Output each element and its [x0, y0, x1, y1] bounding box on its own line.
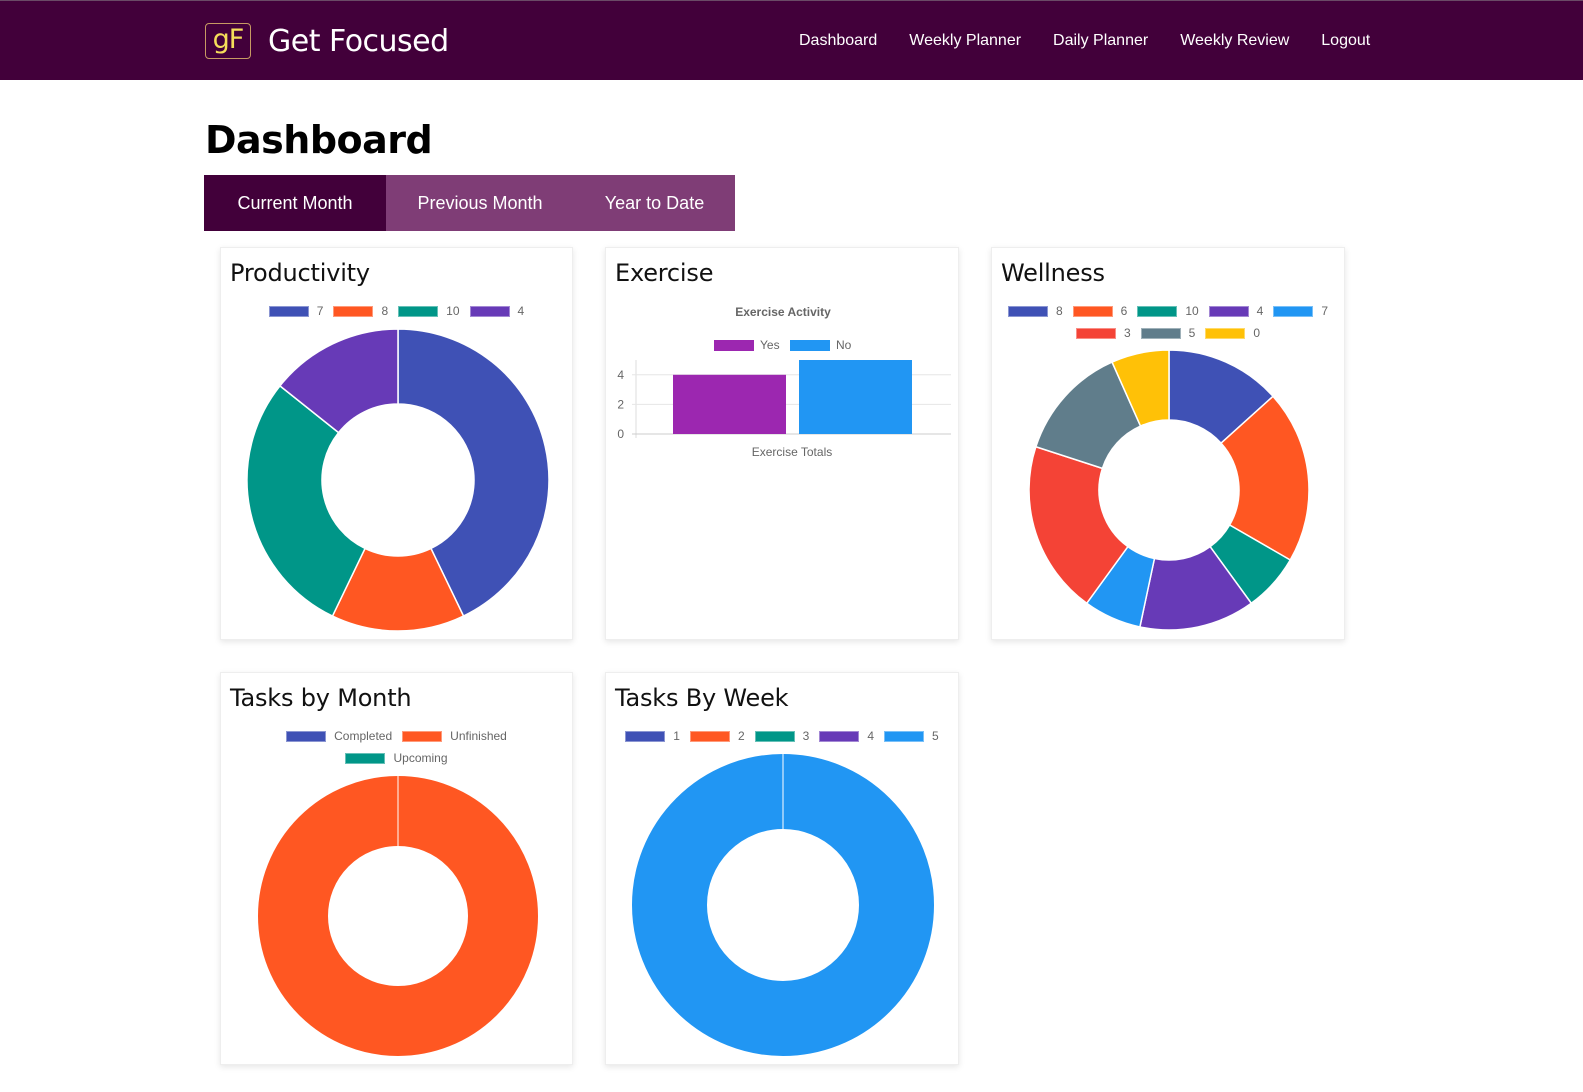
page-title: Dashboard — [205, 118, 433, 162]
card-title: Exercise — [615, 259, 714, 287]
nav-weekly-review[interactable]: Weekly Review — [1180, 32, 1289, 50]
legend-swatch — [714, 340, 754, 351]
nav-dashboard[interactable]: Dashboard — [799, 32, 877, 50]
chart-subtitle: Exercise Activity — [735, 305, 831, 319]
y-tick-label: 0 — [617, 427, 624, 441]
tasks-by-week-donut — [632, 754, 934, 1056]
tab-current-month[interactable]: Current Month — [204, 175, 386, 231]
tasks-by-week-card: Tasks By Week 12345 — [605, 672, 959, 1065]
tab-year-to-date[interactable]: Year to Date — [574, 175, 735, 231]
bar[interactable] — [673, 374, 786, 434]
exercise-card: Exercise Exercise Activity Yes No 0 2 4 Exe… — [605, 247, 959, 640]
chart-bars — [673, 360, 912, 434]
productivity-card: Productivity 7 8 10 4 — [220, 247, 573, 640]
main-nav: Dashboard Weekly Planner Daily Planner W… — [799, 32, 1370, 50]
legend-label[interactable]: Yes — [760, 338, 780, 352]
bar[interactable] — [799, 360, 912, 434]
y-tick-label: 2 — [617, 397, 624, 411]
tab-previous-month[interactable]: Previous Month — [386, 175, 574, 231]
nav-logout[interactable]: Logout — [1321, 32, 1370, 50]
chart-legend: Yes No — [714, 338, 852, 352]
y-tick-label: 4 — [617, 368, 624, 382]
app-name: Get Focused — [268, 23, 449, 59]
nav-daily-planner[interactable]: Daily Planner — [1053, 32, 1148, 50]
legend-swatch — [790, 340, 830, 351]
legend-label[interactable]: No — [836, 338, 852, 352]
exercise-bar-chart: Exercise Activity Yes No 0 2 4 Exercise Tot… — [617, 305, 951, 459]
wellness-donut — [1028, 349, 1310, 631]
wellness-card: Wellness 8 6 10 4 7 3 5 0 — [991, 247, 1345, 640]
app-logo: gF — [205, 23, 251, 59]
nav-weekly-planner[interactable]: Weekly Planner — [909, 32, 1021, 50]
tasks-by-month-donut — [258, 776, 538, 1056]
productivity-donut — [246, 328, 550, 632]
brand[interactable]: gF Get Focused — [205, 23, 449, 59]
x-axis-label: Exercise Totals — [752, 445, 832, 459]
top-navbar: gF Get Focused Dashboard Weekly Planner … — [0, 0, 1583, 80]
tasks-by-month-card: Tasks by Month Completed Unfinished Upcomi… — [220, 672, 573, 1065]
period-tabs: Current Month Previous Month Year to Dat… — [204, 175, 735, 231]
